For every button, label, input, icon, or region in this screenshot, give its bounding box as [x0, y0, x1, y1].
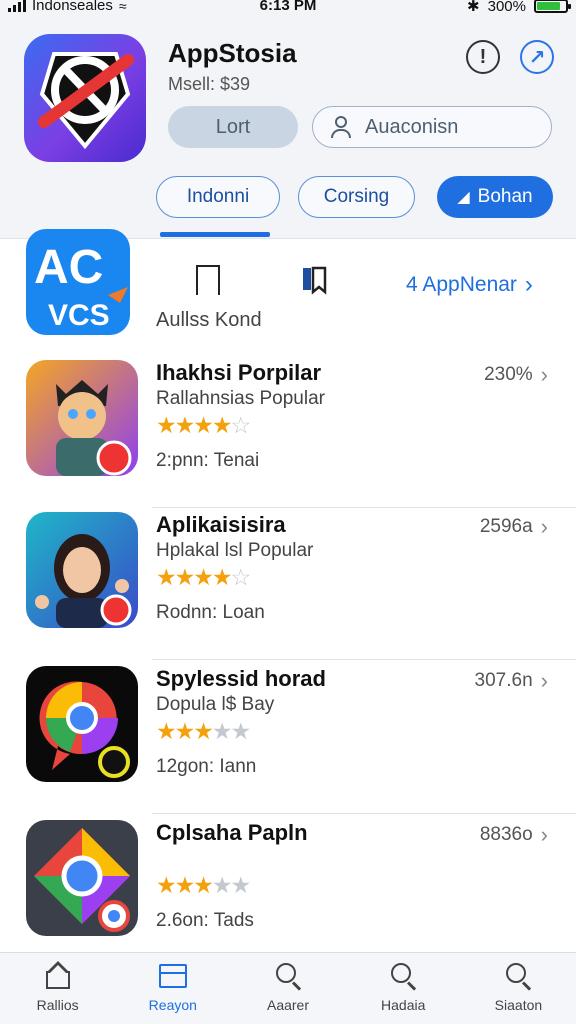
svg-text:VCS: VCS — [48, 299, 110, 332]
segment-tab-3[interactable]: ◢ Bohan — [437, 176, 553, 218]
bookmark-icon[interactable] — [196, 265, 220, 297]
list-item[interactable]: Spylessid horad Dopula l$ Bay ★★★★★ 12go… — [0, 658, 576, 814]
chevron-right-icon[interactable]: › — [541, 822, 548, 848]
app-icon-hero[interactable] — [26, 360, 138, 476]
app-meta: 2:pnn: Tenai — [156, 450, 260, 471]
pen-icon: ◢ — [457, 189, 470, 206]
star-rating: ★★★★★ — [156, 872, 251, 898]
app-icon-portrait[interactable] — [26, 512, 138, 628]
tab-bar: Rallios Reayon Aaarer Hadaia Siaaton — [0, 952, 576, 1024]
app-header: AppStosia Msell: $39 ! ↗ Lort Auaconisn … — [0, 18, 576, 238]
tab-label: Aaarer — [266, 997, 310, 1013]
star-rating: ★★★★☆ — [156, 412, 251, 438]
app-icon-chrome[interactable] — [26, 820, 138, 936]
tab-label: Siaaton — [494, 997, 543, 1013]
app-name: Cplsaha Papln — [156, 820, 308, 845]
app-manager-link[interactable]: 4 AppNenar › — [406, 271, 533, 299]
chevron-right-icon[interactable]: › — [541, 362, 548, 388]
segment-tab-2[interactable]: Corsing — [298, 176, 415, 218]
app-subtitle: Rallahnsias Popular — [156, 388, 325, 409]
app-subtitle: Hplakal lsl Popular — [156, 540, 314, 561]
app-store-logo[interactable] — [24, 34, 146, 162]
compass-icon[interactable]: ↗ — [520, 40, 554, 74]
app-name: Spylessid horad — [156, 666, 326, 691]
search-icon — [503, 961, 533, 991]
robot-character-art — [26, 360, 138, 476]
lort-button[interactable]: Lort — [168, 106, 298, 148]
app-name: Ihakhsi Porpilar — [156, 360, 322, 385]
app-size-value: 307.6n — [474, 670, 533, 691]
chevron-right-icon[interactable]: › — [541, 668, 548, 694]
list-item[interactable]: Cplsaha Papln ★★★★★ 2.6on: Tads 8836o › — [0, 812, 576, 968]
status-right: ✱ 300% — [467, 0, 571, 15]
app-meta: 12gon: Iann — [156, 756, 257, 777]
no-sign-logo-art — [38, 52, 134, 150]
featured-app-icon[interactable]: AC VCS — [26, 229, 130, 335]
tab-aaarer[interactable]: Aaarer — [230, 953, 345, 1024]
app-manager-label: 4 AppNenar — [406, 273, 517, 296]
featured-row[interactable]: AC VCS Aullss Kond 4 AppNenar › — [0, 229, 576, 348]
app-size-value: 8836o — [479, 824, 533, 845]
chevron-right-icon: › — [524, 271, 533, 298]
app-icon-chat[interactable] — [26, 666, 138, 782]
star-rating: ★★★★★ — [156, 718, 251, 744]
app-meta: Rodnn: Loan — [156, 602, 265, 623]
app-size: 2596a › — [480, 514, 548, 540]
segment-tab-1[interactable]: Indonni — [156, 176, 280, 218]
featured-label: Aullss Kond — [156, 309, 262, 331]
app-size: 230% › — [484, 362, 548, 388]
tab-siaaton[interactable]: Siaaton — [461, 953, 576, 1024]
bluetooth-icon: ✱ — [467, 0, 480, 15]
app-size-value: 2596a — [479, 516, 533, 537]
tab-label: Rallios — [36, 997, 79, 1013]
account-button[interactable]: Auaconisn — [312, 106, 552, 148]
info-icon[interactable]: ! — [466, 40, 500, 74]
list-item[interactable]: Ihakhsi Porpilar Rallahnsias Popular ★★★… — [0, 352, 576, 508]
tab-label: Reayon — [148, 997, 197, 1013]
chevron-right-icon[interactable]: › — [541, 514, 548, 540]
tab-home[interactable]: Rallios — [0, 953, 115, 1024]
segment-tab-3-label: Bohan — [477, 186, 533, 207]
featured-icon-art: AC VCS — [34, 241, 128, 332]
app-meta: 2.6on: Tads — [156, 910, 254, 931]
app-subtitle: Dopula l$ Bay — [156, 694, 275, 715]
app-size: 8836o › — [480, 822, 548, 848]
user-search-icon — [273, 961, 303, 991]
search-icon — [388, 961, 418, 991]
battery-percent: 300% — [487, 0, 526, 15]
girl-portrait-art — [26, 512, 138, 628]
status-bar: Indonseales ≈ 6:13 PM ✱ 300% — [0, 0, 576, 18]
list-item[interactable]: Aplikaisisira Hplakal lsl Popular ★★★★☆ … — [0, 504, 576, 660]
chrome-diamond-art — [26, 820, 138, 936]
page-title: AppStosia — [168, 38, 297, 68]
star-rating: ★★★★☆ — [156, 564, 251, 590]
app-size: 307.6n › — [475, 668, 548, 694]
segment-underline — [160, 232, 270, 237]
account-label: Auaconisn — [365, 115, 459, 138]
tab-label: Hadaia — [381, 997, 426, 1013]
book-icon[interactable] — [300, 265, 330, 295]
person-icon — [331, 116, 351, 138]
tab-hadaia[interactable]: Hadaia — [346, 953, 461, 1024]
chat-bubble-art — [26, 666, 138, 782]
battery-icon — [534, 0, 571, 13]
home-icon — [43, 961, 73, 991]
svg-text:AC: AC — [34, 241, 103, 294]
page-subtitle: Msell: $39 — [168, 74, 251, 94]
app-name: Aplikaisisira — [156, 512, 286, 537]
app-size-value: 230% — [484, 364, 533, 385]
window-icon — [158, 961, 188, 991]
tab-reayon[interactable]: Reayon — [115, 953, 230, 1024]
